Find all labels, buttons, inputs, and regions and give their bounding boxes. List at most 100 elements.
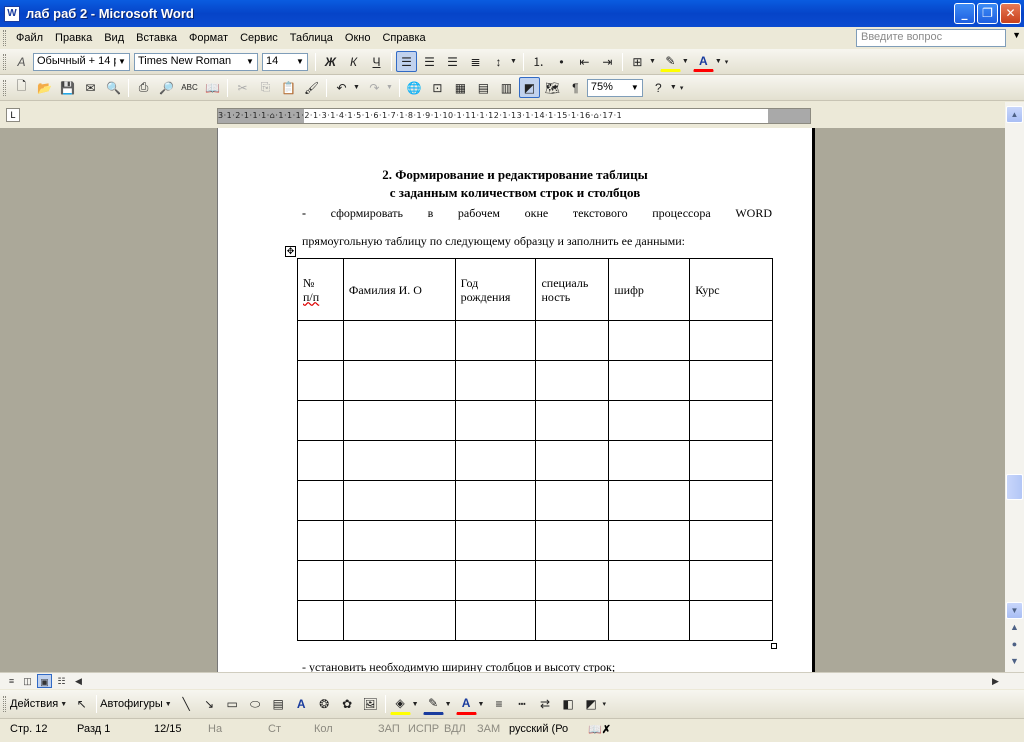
shadow-style-icon[interactable]: ◧: [557, 694, 578, 715]
table-cell[interactable]: [342, 520, 456, 561]
table-cell[interactable]: [297, 320, 344, 361]
research-icon[interactable]: 🔍: [103, 77, 124, 98]
font-size-select[interactable]: 14 ▼: [262, 52, 308, 71]
table-cell[interactable]: [342, 360, 456, 401]
help-dropdown-icon[interactable]: ▼: [1012, 30, 1021, 40]
select-browse-object-icon[interactable]: ●: [1006, 639, 1023, 649]
menu-view[interactable]: Вид: [98, 32, 130, 44]
arrow-icon[interactable]: ↘: [199, 694, 220, 715]
table-cell[interactable]: [297, 360, 344, 401]
picture-icon[interactable]: 🖼: [360, 694, 381, 715]
status-ovr[interactable]: ЗАМ: [477, 723, 500, 735]
table-cell[interactable]: [535, 520, 610, 561]
undo-icon[interactable]: ↶: [331, 77, 352, 98]
underline-button[interactable]: Ч: [366, 51, 387, 72]
zoom-dropdown-icon[interactable]: ▼: [628, 80, 641, 95]
table-cell[interactable]: [535, 600, 610, 641]
fill-color-icon[interactable]: ◈: [389, 694, 411, 715]
style-select[interactable]: Обычный + 14 р ▼: [33, 52, 130, 71]
clipart-icon[interactable]: ✿: [337, 694, 358, 715]
table-cell[interactable]: [297, 600, 344, 641]
italic-button[interactable]: К: [343, 51, 364, 72]
table-cell[interactable]: [342, 560, 456, 601]
menu-window[interactable]: Окно: [339, 32, 377, 44]
menu-insert[interactable]: Вставка: [130, 32, 183, 44]
table-cell[interactable]: [454, 560, 537, 601]
menu-help[interactable]: Справка: [376, 32, 431, 44]
bullets-icon[interactable]: •: [551, 51, 572, 72]
table-cell[interactable]: [689, 520, 773, 561]
justify-icon[interactable]: ≣: [465, 51, 486, 72]
table-cell[interactable]: [608, 560, 691, 601]
rectangle-icon[interactable]: ▭: [222, 694, 243, 715]
status-ext[interactable]: ВДЛ: [444, 723, 466, 735]
vertical-scroll-thumb[interactable]: [1006, 474, 1023, 500]
table-header-cell[interactable]: Год рождения: [454, 258, 537, 321]
table-cell[interactable]: [342, 400, 456, 441]
scroll-left-icon[interactable]: ◀: [71, 674, 86, 688]
menu-table[interactable]: Таблица: [284, 32, 339, 44]
vertical-scrollbar[interactable]: ▲ ▼ ▲ ● ▼: [1005, 102, 1024, 672]
insert-table-icon[interactable]: ▦: [450, 77, 471, 98]
table-cell[interactable]: [297, 520, 344, 561]
toolbar-grip[interactable]: [3, 53, 6, 70]
line-color-icon[interactable]: ✎: [422, 694, 444, 715]
previous-page-icon[interactable]: ▲: [1006, 622, 1023, 632]
menu-file[interactable]: Файл: [10, 32, 49, 44]
open-icon[interactable]: 📂: [34, 77, 55, 98]
horizontal-ruler[interactable]: 3·1·2·1·1·1·⌂·1·1·1·2·1·3·1·4·1·5·1·6·1·…: [217, 108, 811, 124]
table-cell[interactable]: [689, 400, 773, 441]
table-header-cell[interactable]: Курс: [689, 258, 773, 321]
table-cell[interactable]: [454, 320, 537, 361]
table-cell[interactable]: [297, 480, 344, 521]
menu-grip[interactable]: [3, 30, 6, 46]
table-cell[interactable]: [342, 480, 456, 521]
table-cell[interactable]: [297, 400, 344, 441]
new-document-icon[interactable]: 🗋: [11, 77, 32, 98]
print-layout-icon[interactable]: ▣: [37, 674, 52, 688]
table-header-cell[interactable]: специаль ность: [535, 258, 610, 321]
dash-style-icon[interactable]: ┅: [511, 694, 532, 715]
print-icon[interactable]: ⎙: [133, 77, 154, 98]
scroll-down-icon[interactable]: ▼: [1006, 602, 1023, 619]
table-cell[interactable]: [608, 520, 691, 561]
autoshapes-dropdown-icon[interactable]: ▼: [165, 701, 172, 708]
oval-icon[interactable]: ⬭: [245, 694, 266, 715]
redo-icon[interactable]: ↷: [364, 77, 385, 98]
table-cell[interactable]: [608, 440, 691, 481]
web-view-icon[interactable]: ◫: [20, 674, 35, 688]
save-icon[interactable]: 💾: [57, 77, 78, 98]
table-cell[interactable]: [689, 600, 773, 641]
toolbar-options-icon[interactable]: ▾: [725, 58, 729, 66]
line-style-icon[interactable]: ≡: [488, 694, 509, 715]
scroll-right-icon[interactable]: ▶: [988, 674, 1003, 688]
table-cell[interactable]: [454, 440, 537, 481]
document-table[interactable]: № п/п Фамилия И. О Год рождения специаль но…: [297, 258, 773, 641]
table-cell[interactable]: [608, 600, 691, 641]
bold-button[interactable]: Ж: [320, 51, 341, 72]
minimize-button[interactable]: _: [954, 3, 975, 24]
arrow-style-icon[interactable]: ⇄: [534, 694, 555, 715]
drawing-icon[interactable]: ◩: [518, 77, 540, 98]
draw-actions-menu[interactable]: Действия: [10, 698, 58, 710]
line-color-dropdown-icon[interactable]: ▼: [445, 701, 452, 708]
zoom-select[interactable]: 75% ▼: [586, 78, 643, 97]
insert-excel-icon[interactable]: ▤: [473, 77, 494, 98]
draw-font-color-dropdown-icon[interactable]: ▼: [478, 701, 485, 708]
document-page[interactable]: 2. Формирование и редактирование таблицы…: [217, 128, 815, 672]
print-preview-icon[interactable]: 🔎: [156, 77, 177, 98]
status-trk[interactable]: ИСПР: [408, 723, 439, 735]
line-spacing-icon[interactable]: ↕: [488, 51, 509, 72]
restore-button[interactable]: ❐: [977, 3, 998, 24]
numbering-icon[interactable]: ⒈: [528, 51, 549, 72]
status-language[interactable]: русский (Ро: [509, 723, 568, 735]
font-size-dropdown-icon[interactable]: ▼: [294, 54, 306, 69]
research-book-icon[interactable]: 📖: [202, 77, 223, 98]
copy-icon[interactable]: ⎘: [255, 77, 276, 98]
table-header-cell[interactable]: № п/п: [297, 258, 344, 321]
toolbar-grip[interactable]: [3, 79, 6, 96]
document-map-icon[interactable]: 🗺: [542, 77, 563, 98]
wordart-icon[interactable]: A: [291, 694, 312, 715]
highlight-icon[interactable]: ✎: [659, 51, 681, 72]
table-cell[interactable]: [535, 560, 610, 601]
